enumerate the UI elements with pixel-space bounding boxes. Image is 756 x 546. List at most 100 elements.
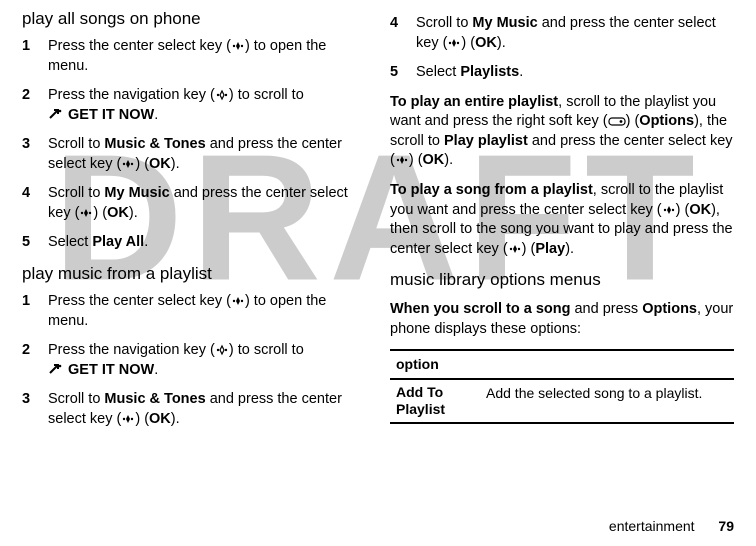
step: 1 Press the center select key () to open… <box>22 37 366 76</box>
center-select-icon <box>121 158 135 170</box>
page-number: 79 <box>718 518 734 534</box>
text: ). <box>171 411 180 427</box>
label-ok: OK <box>689 202 711 218</box>
text: . <box>519 64 523 80</box>
text: ) ( <box>676 202 690 218</box>
step-number: 5 <box>22 233 36 253</box>
text: Select <box>48 234 92 250</box>
heading-library-options: music library options menus <box>390 269 734 292</box>
text: ). <box>171 156 180 172</box>
heading-play-playlist: play music from a playlist <box>22 263 366 286</box>
text: ) to scroll to <box>229 87 304 103</box>
step-body: Press the navigation key ( ) to scroll to… <box>48 341 366 380</box>
step: 5 Select Playlists. <box>390 63 734 83</box>
navigation-key-icon <box>215 89 229 101</box>
para-options-intro: When you scroll to a song and press Opti… <box>390 300 734 339</box>
right-soft-key-icon <box>608 115 626 127</box>
page-footer: entertainment 79 <box>609 517 734 536</box>
step-number: 1 <box>22 292 36 331</box>
para-song-from-playlist: To play a song from a playlist, scroll t… <box>390 181 734 259</box>
step-body: Press the navigation key ( ) to scroll to… <box>48 86 366 125</box>
text: Select <box>416 64 460 80</box>
step-number: 5 <box>390 63 404 83</box>
step-number: 4 <box>22 184 36 223</box>
step-number: 1 <box>22 37 36 76</box>
table-header: option <box>390 350 734 379</box>
step: 4 Scroll to My Music and press the cente… <box>390 14 734 53</box>
heading-play-all: play all songs on phone <box>22 8 366 31</box>
text: ) ( <box>522 241 536 257</box>
step: 4 Scroll to My Music and press the cente… <box>22 184 366 223</box>
get-it-now-arrow-icon <box>48 362 64 376</box>
step-number: 2 <box>22 86 36 125</box>
label-play-all: Play All <box>92 234 144 250</box>
text: ) ( <box>135 411 149 427</box>
label-play-playlist: Play playlist <box>444 133 528 149</box>
text: Scroll to <box>48 136 104 152</box>
step-body: Scroll to Music & Tones and press the ce… <box>48 390 366 429</box>
option-name: Add To Playlist <box>390 379 480 423</box>
label-my-music: My Music <box>104 185 169 201</box>
label-ok: OK <box>107 205 129 221</box>
text: ) ( <box>626 113 640 129</box>
step-body: Scroll to My Music and press the center … <box>48 184 366 223</box>
label-options: Options <box>642 301 697 317</box>
text: ). <box>565 241 574 257</box>
label-get-it-now: GET IT NOW <box>68 107 154 123</box>
text: ) ( <box>135 156 149 172</box>
text: Scroll to <box>416 15 472 31</box>
text: Scroll to <box>48 185 104 201</box>
label-my-music: My Music <box>472 15 537 31</box>
text: ) to scroll to <box>229 342 304 358</box>
text: Press the navigation key ( <box>48 87 215 103</box>
step-number: 2 <box>22 341 36 380</box>
label-play: Play <box>535 241 565 257</box>
step-body: Press the center select key () to open t… <box>48 37 366 76</box>
label-get-it-now: GET IT NOW <box>68 362 154 378</box>
label-playlists: Playlists <box>460 64 519 80</box>
center-select-icon <box>395 154 409 166</box>
text: Press the center select key ( <box>48 38 231 54</box>
step: 3 Scroll to Music & Tones and press the … <box>22 135 366 174</box>
step: 5 Select Play All. <box>22 233 366 253</box>
text: ). <box>497 35 506 51</box>
label-options: Options <box>639 113 694 129</box>
text: Scroll to <box>48 391 104 407</box>
lead: When you scroll to a song <box>390 301 570 317</box>
step-number: 3 <box>22 135 36 174</box>
label-ok: OK <box>475 35 497 51</box>
text: . <box>154 362 158 378</box>
text: ) ( <box>409 152 423 168</box>
text: ) ( <box>461 35 475 51</box>
label-music-tones: Music & Tones <box>104 391 205 407</box>
text: . <box>154 107 158 123</box>
text: . <box>144 234 148 250</box>
step: 2 Press the navigation key ( ) to scroll … <box>22 341 366 380</box>
get-it-now-arrow-icon <box>48 107 64 121</box>
two-column-layout: play all songs on phone 1 Press the cent… <box>22 8 734 439</box>
center-select-icon <box>447 37 461 49</box>
text: ) ( <box>93 205 107 221</box>
text: ). <box>129 205 138 221</box>
left-column: play all songs on phone 1 Press the cent… <box>22 8 366 439</box>
lead: To play an entire playlist <box>390 94 558 110</box>
step: 2 Press the navigation key ( ) to scroll … <box>22 86 366 125</box>
table-header-row: option <box>390 350 734 379</box>
step-number: 4 <box>390 14 404 53</box>
step-body: Scroll to Music & Tones and press the ce… <box>48 135 366 174</box>
center-select-icon <box>231 40 245 52</box>
text: Press the navigation key ( <box>48 342 215 358</box>
text: ). <box>444 152 453 168</box>
table-row: Add To Playlist Add the selected song to… <box>390 379 734 423</box>
step: 1 Press the center select key () to open… <box>22 292 366 331</box>
center-select-icon <box>79 207 93 219</box>
step: 3 Scroll to Music & Tones and press the … <box>22 390 366 429</box>
center-select-icon <box>662 204 676 216</box>
option-desc: Add the selected song to a playlist. <box>480 379 734 423</box>
step-body: Select Play All. <box>48 233 366 253</box>
para-entire-playlist: To play an entire playlist, scroll to th… <box>390 93 734 171</box>
center-select-icon <box>121 413 135 425</box>
step-body: Scroll to My Music and press the center … <box>416 14 734 53</box>
step-number: 3 <box>22 390 36 429</box>
options-table: option Add To Playlist Add the selected … <box>390 349 734 423</box>
